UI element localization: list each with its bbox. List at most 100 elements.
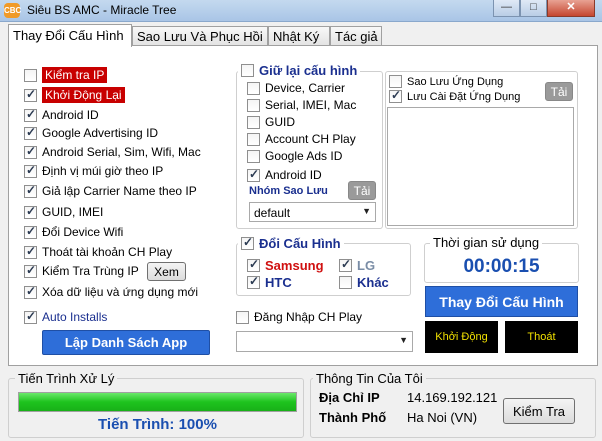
tab-sao-luu-phuc-hoi[interactable]: Sao Lưu Và Phục Hồi: [132, 26, 268, 46]
keep-item-3[interactable]: Account CH Play: [247, 132, 356, 146]
left-option-6-box[interactable]: [24, 183, 37, 198]
brand-2-box[interactable]: [247, 274, 260, 289]
brand-0-box[interactable]: [247, 257, 260, 272]
left-option-2-box[interactable]: [24, 107, 37, 122]
lap-danh-sach-app-button[interactable]: Lập Danh Sách App: [42, 330, 210, 355]
left-option-5-label: Định vị múi giờ theo IP: [42, 164, 164, 178]
change-config-checkbox[interactable]: Đổi Cấu Hình: [238, 235, 344, 251]
maximize-icon[interactable]: □: [520, 0, 547, 17]
city-value: Ha Noi (VN): [407, 410, 478, 425]
kiem-tra-button[interactable]: Kiểm Tra: [503, 398, 575, 424]
chplay-login-label: Đăng Nhập CH Play: [254, 310, 363, 324]
khoi-dong-button[interactable]: Khởi Động: [425, 321, 498, 353]
auto-installs-box[interactable]: [24, 309, 37, 324]
backup-list[interactable]: [387, 107, 574, 226]
left-option-1-label: Khởi Động Lại: [42, 87, 125, 103]
left-option-7[interactable]: GUID, IMEI: [24, 204, 104, 219]
backup-item-0[interactable]: Sao Lưu Ứng Dụng: [389, 75, 503, 88]
left-option-3-label: Google Advertising ID: [42, 126, 159, 140]
backup-item-1[interactable]: Lưu Cài Đặt Ứng Dụng: [389, 88, 521, 103]
keep-item-5[interactable]: Android ID: [247, 167, 322, 182]
chplay-account-select[interactable]: ▼: [236, 331, 413, 352]
backup-group-label: Nhóm Sao Lưu: [249, 185, 328, 197]
keep-config-checkbox[interactable]: Giữ lại cấu hình: [238, 63, 361, 78]
keep-item-1-label: Serial, IMEI, Mac: [265, 98, 357, 112]
keep-item-2[interactable]: GUID: [247, 115, 295, 129]
keep-item-5-box[interactable]: [247, 167, 260, 182]
keep-item-0[interactable]: Device, Carrier: [247, 81, 345, 95]
keep-item-2-box[interactable]: [247, 115, 260, 129]
left-option-5[interactable]: Định vị múi giờ theo IP: [24, 163, 164, 178]
left-option-9-box[interactable]: [24, 244, 37, 259]
chplay-login-checkbox[interactable]: Đăng Nhập CH Play: [236, 310, 362, 324]
keep-item-1[interactable]: Serial, IMEI, Mac: [247, 98, 356, 112]
backup-group-select[interactable]: default ▼: [249, 202, 376, 222]
tab-nhat-ky[interactable]: Nhật Ký: [268, 26, 330, 46]
tai-backup-button[interactable]: Tải: [545, 82, 573, 101]
keep-item-2-label: GUID: [265, 115, 295, 129]
city-label: Thành Phố: [319, 410, 387, 425]
keep-item-4-label: Google Ads ID: [265, 149, 343, 163]
keep-item-4-box[interactable]: [247, 149, 260, 163]
left-option-1-box[interactable]: [24, 87, 37, 102]
progress-bar: [18, 392, 297, 412]
change-config-box[interactable]: [241, 235, 254, 250]
auto-installs-checkbox[interactable]: Auto Installs: [24, 309, 108, 324]
backup-item-1-label: Lưu Cài Đặt Ứng Dụng: [407, 90, 521, 103]
left-option-7-label: GUID, IMEI: [42, 205, 104, 219]
left-option-9-label: Thoát tài khoản CH Play: [42, 245, 173, 259]
left-option-0[interactable]: Kiểm tra IP: [24, 67, 108, 83]
left-option-3[interactable]: Google Advertising ID: [24, 125, 159, 140]
ip-label: Địa Chỉ IP: [319, 390, 380, 405]
keep-item-1-box[interactable]: [247, 98, 260, 112]
left-option-10-box[interactable]: [24, 263, 37, 278]
brand-2[interactable]: HTC: [247, 274, 292, 290]
left-option-4-box[interactable]: [24, 144, 37, 159]
keep-item-0-box[interactable]: [247, 81, 260, 95]
tab-thay-doi-cau-hinh[interactable]: Thay Đổi Cấu Hình: [8, 24, 132, 47]
brand-1[interactable]: LG: [339, 257, 375, 273]
tab-tac-gia[interactable]: Tác giả: [330, 26, 382, 46]
xem-button[interactable]: Xem: [147, 262, 186, 281]
progress-title: Tiến Trình Xử Lý: [15, 371, 118, 386]
backup-item-0-box[interactable]: [389, 75, 402, 88]
tai-group-button[interactable]: Tải: [348, 181, 376, 200]
brand-0[interactable]: Samsung: [247, 257, 324, 273]
left-option-9[interactable]: Thoát tài khoản CH Play: [24, 244, 173, 259]
left-option-8-box[interactable]: [24, 224, 37, 239]
left-option-2-label: Android ID: [42, 108, 99, 122]
auto-installs-label: Auto Installs: [42, 310, 108, 324]
left-option-4-label: Android Serial, Sim, Wifi, Mac: [42, 145, 201, 159]
keep-item-4[interactable]: Google Ads ID: [247, 149, 342, 163]
brand-3[interactable]: Khác: [339, 275, 389, 290]
left-option-4[interactable]: Android Serial, Sim, Wifi, Mac: [24, 144, 201, 159]
brand-1-box[interactable]: [339, 257, 352, 272]
left-option-0-label: Kiểm tra IP: [42, 67, 108, 83]
left-option-11-label: Xóa dữ liệu và ứng dụng mới: [42, 285, 199, 299]
brand-3-box[interactable]: [339, 276, 352, 289]
left-option-6-label: Giả lập Carrier Name theo IP: [42, 184, 197, 198]
left-option-8[interactable]: Đổi Device Wifi: [24, 224, 123, 239]
left-option-11[interactable]: Xóa dữ liệu và ứng dụng mới: [24, 284, 199, 299]
left-option-3-box[interactable]: [24, 125, 37, 140]
minimize-icon[interactable]: —: [493, 0, 520, 17]
left-option-1[interactable]: Khởi Động Lại: [24, 87, 125, 103]
keep-item-0-label: Device, Carrier: [265, 81, 346, 95]
progress-text: Tiến Trình: 100%: [98, 416, 217, 433]
thoat-button[interactable]: Thoát: [505, 321, 578, 353]
keep-item-3-box[interactable]: [247, 132, 260, 146]
left-option-5-box[interactable]: [24, 163, 37, 178]
left-option-7-box[interactable]: [24, 204, 37, 219]
info-title: Thông Tin Của Tôi: [313, 371, 426, 386]
close-icon[interactable]: ✕: [547, 0, 595, 17]
left-option-11-box[interactable]: [24, 284, 37, 299]
thay-doi-cau-hinh-button[interactable]: Thay Đổi Cấu Hình: [425, 286, 578, 317]
keep-config-box[interactable]: [241, 64, 254, 77]
left-option-10[interactable]: Kiểm Tra Trùng IP: [24, 263, 139, 278]
left-option-0-box[interactable]: [24, 68, 37, 82]
chplay-login-box[interactable]: [236, 310, 249, 324]
left-option-6[interactable]: Giả lập Carrier Name theo IP: [24, 183, 197, 198]
backup-item-1-box[interactable]: [389, 88, 402, 103]
left-option-2[interactable]: Android ID: [24, 107, 99, 122]
keep-item-5-label: Android ID: [265, 168, 322, 182]
